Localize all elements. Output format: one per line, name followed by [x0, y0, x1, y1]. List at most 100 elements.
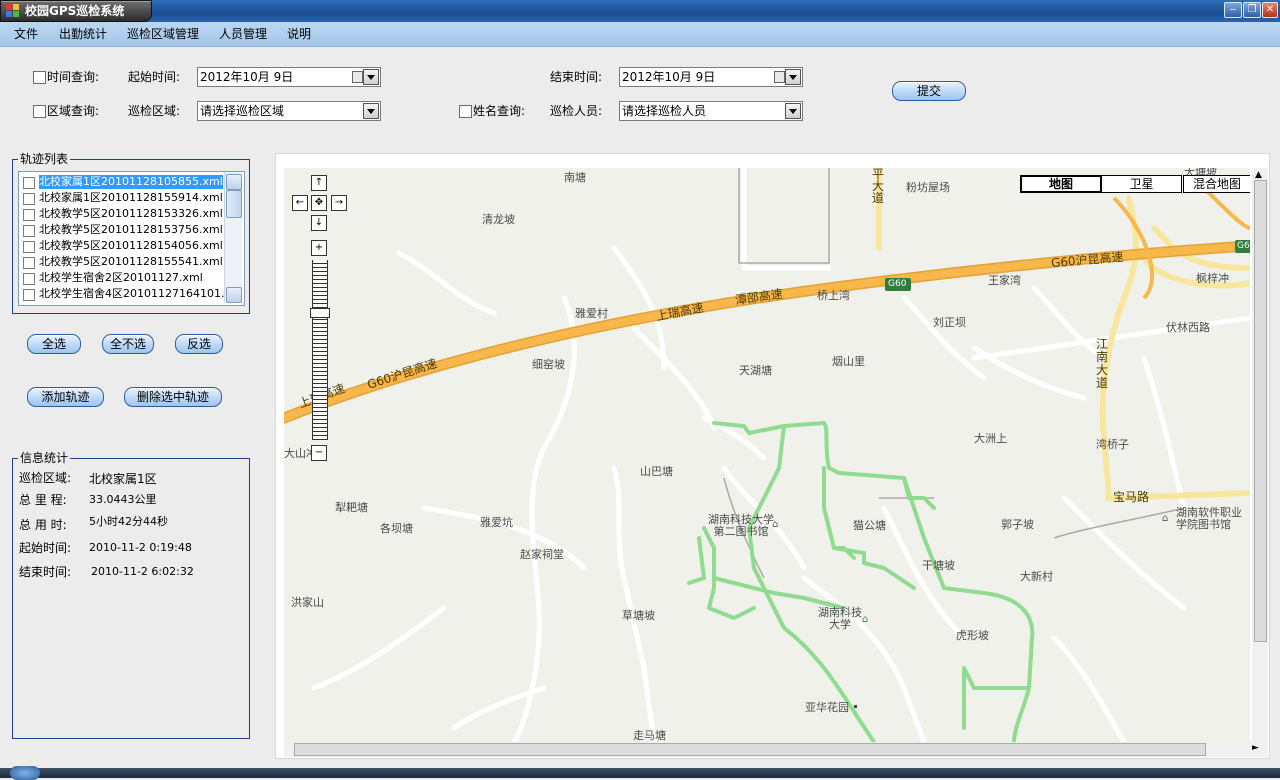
- area-label: 巡检区域:: [128, 104, 181, 118]
- place-label: 山巴塘: [640, 465, 673, 478]
- checkbox[interactable]: [23, 225, 35, 237]
- list-item[interactable]: 北校家属1区20101128105855.xml: [19, 174, 224, 190]
- zoom-slider-handle[interactable]: [310, 308, 330, 318]
- checkbox[interactable]: [23, 177, 35, 189]
- list-item[interactable]: 北校家属1区20101128155914.xml: [19, 190, 224, 206]
- place-label: 虎形坡: [956, 629, 989, 642]
- road: [451, 685, 547, 731]
- list-item-label: 北校家属1区20101128155914.xml: [39, 191, 223, 204]
- scroll-down-icon[interactable]: [226, 287, 242, 303]
- info-duration-label: 总 用 时:: [19, 518, 67, 532]
- zoom-in-icon[interactable]: +: [311, 240, 327, 256]
- place-label: 湾桥子: [1096, 438, 1129, 451]
- zoom-slider[interactable]: [312, 260, 328, 440]
- map-vertical-scrollbar[interactable]: ▲: [1252, 168, 1268, 742]
- scroll-thumb[interactable]: [1254, 180, 1267, 642]
- checkbox[interactable]: [23, 289, 35, 301]
- library-icon: ⌂: [772, 519, 779, 530]
- submit-button[interactable]: 提交: [892, 81, 966, 101]
- list-item[interactable]: 北校教学5区20101128154056.xml: [19, 238, 224, 254]
- track-list[interactable]: 北校家属1区20101128105855.xml 北校家属1区201011281…: [18, 171, 245, 306]
- place-label: 大新村: [1020, 570, 1053, 583]
- area-select[interactable]: 请选择巡检区域: [197, 101, 381, 121]
- invert-selection-button[interactable]: 反选: [175, 334, 223, 354]
- area-query-checkbox[interactable]: [33, 105, 46, 118]
- close-button[interactable]: ✕: [1262, 2, 1278, 18]
- scroll-up-icon[interactable]: [226, 174, 242, 190]
- place-label: 南塘: [564, 171, 586, 184]
- list-item[interactable]: 北校学生宿舍4区20101127164101.x: [19, 286, 231, 302]
- place-label: 雅爱村: [575, 307, 608, 320]
- area-query-label: 区域查询:: [47, 104, 100, 118]
- menu-file[interactable]: 文件: [14, 27, 38, 41]
- map-type-map-button[interactable]: 地图: [1020, 175, 1102, 193]
- restore-button[interactable]: ❐: [1243, 2, 1261, 18]
- map-horizontal-scrollbar[interactable]: ►: [284, 742, 1268, 757]
- list-item-label: 北校教学5区20101128155541.xml: [39, 255, 223, 268]
- list-item-label: 北校学生宿舍2区20101127.xml: [39, 271, 203, 284]
- list-item[interactable]: 北校教学5区20101128153756.xml: [19, 222, 224, 238]
- map-type-satellite-button[interactable]: 卫星: [1101, 175, 1182, 193]
- add-track-button[interactable]: 添加轨迹: [27, 387, 104, 407]
- place-label: 洪家山: [291, 596, 324, 609]
- menu-personnel[interactable]: 人员管理: [219, 27, 267, 41]
- scroll-right-icon[interactable]: ►: [1252, 743, 1259, 753]
- place-label: 枫梓冲: [1196, 272, 1229, 285]
- road: [1051, 635, 1127, 742]
- zoom-out-icon[interactable]: −: [311, 445, 327, 461]
- scroll-thumb[interactable]: [226, 190, 242, 218]
- checkbox[interactable]: [23, 193, 35, 205]
- place-label: 走马塘: [633, 729, 666, 742]
- gps-track: [687, 536, 706, 585]
- start-time-value: 2012年10月 9日: [200, 70, 294, 84]
- pan-right-icon[interactable]: →: [331, 195, 347, 211]
- dropdown-arrow-icon[interactable]: [363, 69, 379, 85]
- list-item-label: 北校教学5区20101128153756.xml: [39, 223, 223, 236]
- start-time-label: 起始时间:: [128, 70, 181, 84]
- person-select[interactable]: 请选择巡检人员: [619, 101, 803, 121]
- map-type-hybrid-button[interactable]: 混合地图: [1183, 175, 1250, 193]
- checkbox[interactable]: [23, 241, 35, 253]
- map-view[interactable]: 上瑞高速 G60沪昆高速 上瑞高速 潭邵高速 G60沪昆高速 G60 G6 江南…: [284, 168, 1250, 742]
- list-item[interactable]: 北校教学5区20101128153326.xml: [19, 206, 224, 222]
- track-list-scrollbar[interactable]: [224, 172, 242, 303]
- dropdown-arrow-icon[interactable]: [785, 103, 801, 119]
- title-box: 校园GPS巡检系统: [0, 0, 152, 22]
- list-item[interactable]: 北校教学5区20101128155541.xml: [19, 254, 224, 270]
- select-none-button[interactable]: 全不选: [102, 334, 154, 354]
- scroll-up-icon[interactable]: ▲: [1255, 170, 1262, 180]
- menu-attendance[interactable]: 出勤统计: [59, 27, 107, 41]
- checkbox[interactable]: [23, 257, 35, 269]
- dropdown-arrow-icon[interactable]: [363, 103, 379, 119]
- name-query-checkbox[interactable]: [459, 105, 472, 118]
- time-query-label: 时间查询:: [47, 70, 100, 84]
- list-item[interactable]: 北校学生宿舍2区20101127.xml: [19, 270, 224, 286]
- pan-left-icon[interactable]: ←: [292, 195, 308, 211]
- scroll-thumb[interactable]: [294, 743, 1206, 756]
- start-time-picker[interactable]: 2012年10月 9日: [197, 67, 381, 87]
- menu-help[interactable]: 说明: [287, 27, 311, 41]
- place-label: 刘正坝: [933, 316, 966, 329]
- calendar-icon[interactable]: [774, 71, 785, 83]
- select-all-button[interactable]: 全选: [27, 334, 81, 354]
- menu-area-management[interactable]: 巡检区域管理: [127, 27, 199, 41]
- app-icon: [6, 4, 19, 17]
- poi-dot-icon: [854, 705, 857, 708]
- gps-track: [702, 526, 846, 610]
- place-label: 雅爱坑: [480, 516, 513, 529]
- time-query-checkbox[interactable]: [33, 71, 46, 84]
- person-label: 巡检人员:: [550, 104, 603, 118]
- pan-down-icon[interactable]: ↓: [311, 215, 327, 231]
- calendar-icon[interactable]: [352, 71, 363, 83]
- checkbox[interactable]: [23, 209, 35, 221]
- checkbox[interactable]: [23, 273, 35, 285]
- dropdown-arrow-icon[interactable]: [785, 69, 801, 85]
- place-label: 天湖塘: [739, 364, 772, 377]
- minimize-button[interactable]: ‒: [1224, 2, 1242, 18]
- end-time-picker[interactable]: 2012年10月 9日: [619, 67, 803, 87]
- pan-center-icon[interactable]: ✥: [311, 195, 327, 211]
- pan-up-icon[interactable]: ↑: [311, 175, 327, 191]
- place-label: 湖南科技大学 第二图书馆: [708, 513, 774, 538]
- delete-selected-track-button[interactable]: 删除选中轨迹: [124, 387, 222, 407]
- place-label: 各坝塘: [380, 522, 413, 535]
